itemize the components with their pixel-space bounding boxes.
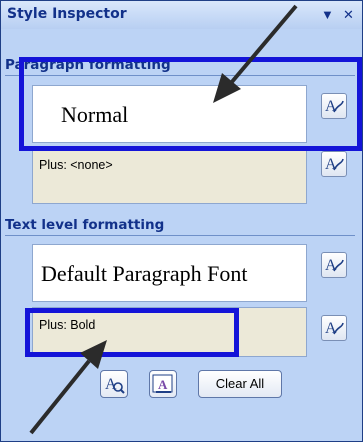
arrow-annotation-icon xyxy=(29,340,107,435)
arrow-annotation-icon xyxy=(213,4,298,103)
style-inspector-pane: Style Inspector ▼ ✕ Paragraph formatting… xyxy=(0,0,363,442)
arrow-annotations xyxy=(29,4,298,435)
